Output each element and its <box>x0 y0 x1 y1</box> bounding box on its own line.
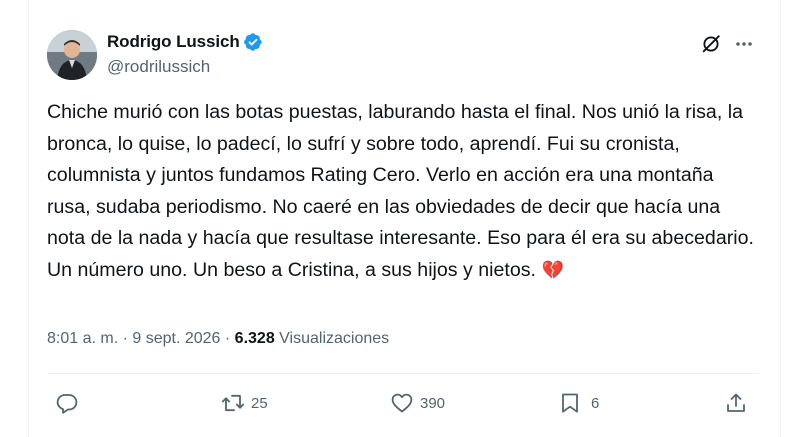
like-icon <box>391 393 413 413</box>
tweet-time[interactable]: 8:01 a. m. <box>47 330 118 347</box>
tweet-body: Chiche murió con las botas puestas, labu… <box>47 101 760 281</box>
avatar[interactable] <box>47 30 97 80</box>
like-button[interactable]: 390 <box>390 390 445 416</box>
tweet-text: Chiche murió con las botas puestas, labu… <box>47 97 759 286</box>
divider <box>47 373 759 374</box>
like-count: 390 <box>420 394 446 412</box>
reply-button[interactable] <box>55 390 85 416</box>
views-count: 6.328 <box>234 330 275 347</box>
avatar-photo <box>47 30 97 80</box>
repost-count: 25 <box>251 394 268 412</box>
verified-badge-icon[interactable] <box>243 32 263 52</box>
broken-heart-emoji: 💔 <box>541 259 564 280</box>
author-handle[interactable]: @rodrilussich <box>107 57 210 77</box>
grok-icon[interactable] <box>700 33 722 55</box>
more-icon[interactable] <box>735 33 753 55</box>
views-label: Visualizaciones <box>279 330 390 347</box>
repost-icon <box>221 394 245 412</box>
author-row: Rodrigo Lussich <box>107 30 263 54</box>
tweet-meta: 8:01 a. m. · 9 sept. 2026 · 6.328 Visual… <box>47 330 389 348</box>
reply-icon <box>56 394 78 414</box>
share-button[interactable] <box>724 390 748 416</box>
meta-separator: · <box>220 330 235 347</box>
share-icon <box>727 393 745 412</box>
tweet-date[interactable]: 9 sept. 2026 <box>132 330 220 347</box>
author-display-name[interactable]: Rodrigo Lussich <box>107 32 240 52</box>
bookmark-button[interactable]: 6 <box>558 390 599 416</box>
bookmark-icon <box>562 393 578 413</box>
bookmark-count: 6 <box>591 394 600 412</box>
repost-button[interactable]: 25 <box>221 390 268 416</box>
meta-separator: · <box>118 330 133 347</box>
